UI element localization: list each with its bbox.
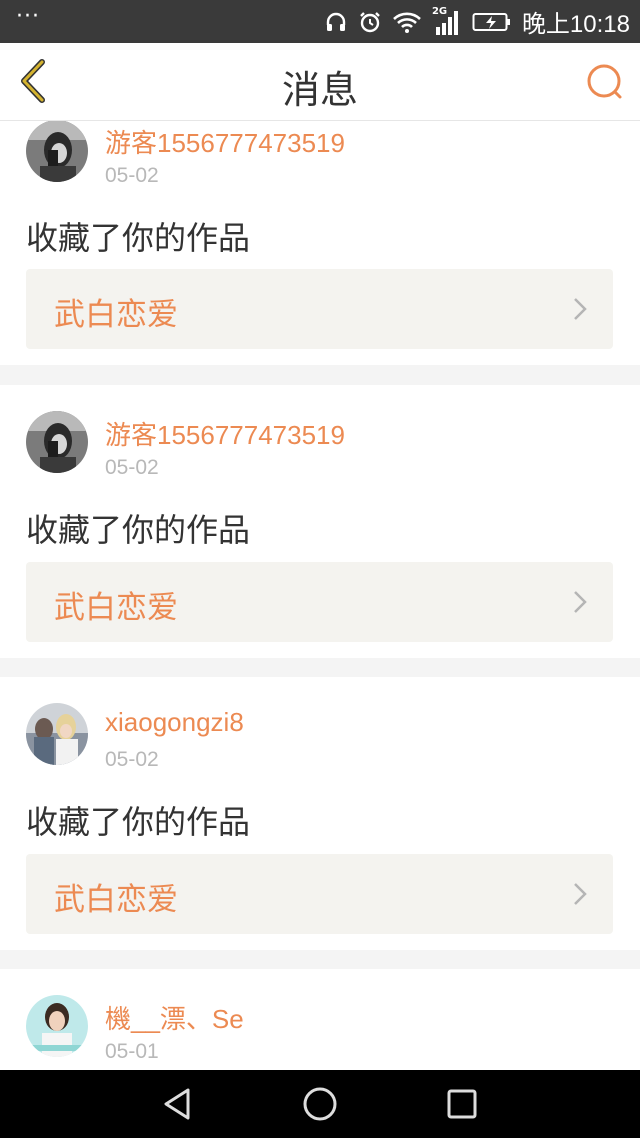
message-date: 05-02 bbox=[105, 748, 159, 771]
work-link[interactable]: 武白恋爱 bbox=[26, 269, 613, 349]
header: 消息 bbox=[0, 43, 640, 121]
square-recents-icon bbox=[447, 1089, 477, 1119]
system-nav-bar bbox=[0, 1070, 640, 1138]
avatar[interactable] bbox=[26, 121, 88, 182]
nav-home-button[interactable] bbox=[300, 1084, 340, 1124]
username[interactable]: xiaogongzi8 bbox=[105, 707, 244, 738]
action-text: 收藏了你的作品 bbox=[26, 803, 251, 841]
username[interactable]: 游客1556777473519 bbox=[105, 123, 345, 160]
action-text: 收藏了你的作品 bbox=[26, 511, 251, 549]
page-title: 消息 bbox=[281, 68, 358, 112]
status-bar: ··· 2G 晚上10:18 bbox=[0, 0, 640, 43]
chevron-right-icon bbox=[574, 591, 587, 613]
work-title: 武白恋爱 bbox=[54, 590, 178, 626]
network-type-label: 2G bbox=[431, 5, 448, 17]
search-button[interactable] bbox=[584, 61, 626, 103]
work-title: 武白恋爱 bbox=[54, 297, 178, 333]
message-card: 游客1556777473519 05-02 收藏了你的作品 武白恋爱 bbox=[0, 121, 640, 365]
alarm-icon bbox=[358, 10, 382, 34]
avatar[interactable] bbox=[26, 995, 88, 1057]
battery-charging-icon bbox=[472, 11, 512, 33]
status-time: 晚上10:18 bbox=[521, 11, 630, 38]
avatar[interactable] bbox=[26, 703, 88, 765]
work-link[interactable]: 武白恋爱 bbox=[26, 854, 613, 934]
notification-dots: ··· bbox=[16, 4, 40, 29]
nav-back-button[interactable] bbox=[158, 1084, 198, 1124]
chevron-right-icon bbox=[574, 883, 587, 905]
message-date: 05-02 bbox=[105, 456, 159, 479]
nav-recents-button[interactable] bbox=[442, 1084, 482, 1124]
circle-home-icon bbox=[303, 1087, 337, 1121]
avatar[interactable] bbox=[26, 411, 88, 473]
headphones-icon bbox=[324, 10, 348, 34]
message-list: 游客1556777473519 05-02 收藏了你的作品 武白恋爱 游客155… bbox=[0, 121, 640, 1070]
message-card: xiaogongzi8 05-02 收藏了你的作品 武白恋爱 bbox=[0, 677, 640, 950]
wifi-icon bbox=[392, 10, 422, 34]
search-icon bbox=[587, 64, 622, 99]
message-date: 05-02 bbox=[105, 164, 159, 187]
message-card: 游客1556777473519 05-02 收藏了你的作品 武白恋爱 bbox=[0, 385, 640, 658]
chevron-right-icon bbox=[574, 298, 587, 320]
action-text: 收藏了你的作品 bbox=[26, 219, 251, 257]
work-link[interactable]: 武白恋爱 bbox=[26, 562, 613, 642]
signal-icon: 2G bbox=[431, 5, 462, 37]
work-title: 武白恋爱 bbox=[54, 882, 178, 918]
message-card: 機__漂、Se 05-01 bbox=[0, 969, 640, 1070]
username[interactable]: 機__漂、Se bbox=[105, 999, 244, 1036]
message-date: 05-01 bbox=[105, 1040, 159, 1063]
triangle-back-icon bbox=[164, 1088, 190, 1120]
username[interactable]: 游客1556777473519 bbox=[105, 415, 345, 452]
